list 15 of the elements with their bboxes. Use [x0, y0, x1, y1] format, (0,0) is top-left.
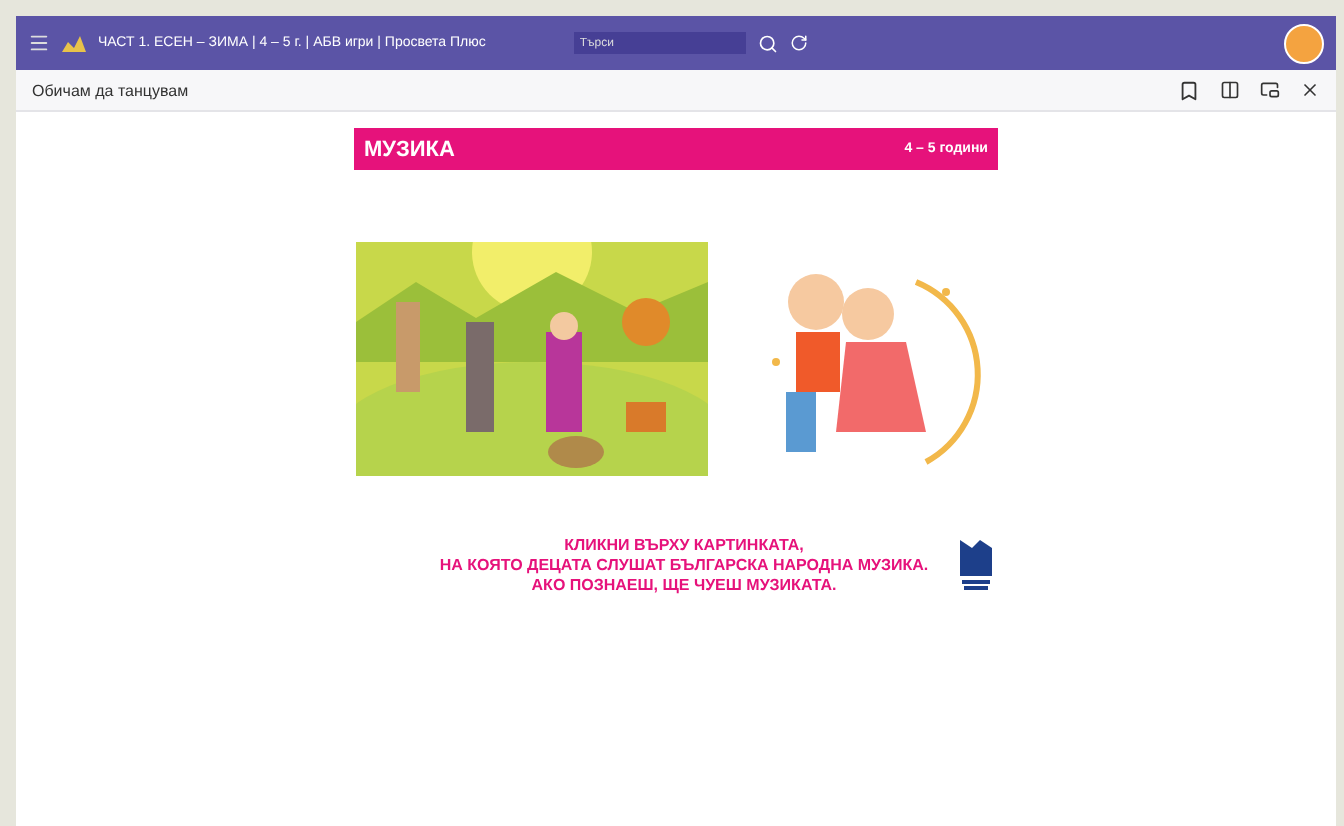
instruction-text: НА КОЯТО ДЕЦАТА СЛУШАТ БЪЛГАРСКА НАРОДНА МУЗИКА.: [439, 556, 929, 576]
menu-icon[interactable]: [28, 32, 50, 54]
instruction-text: АКО ПОЗНАЕШ, ЩЕ ЧУЕШ МУЗИКАТА.: [531, 576, 837, 596]
close-icon[interactable]: [1300, 80, 1320, 100]
avatar[interactable]: [1284, 23, 1324, 63]
instruction-text: КЛИКНИ ВЪРХУ КАРТИНКАТА,: [564, 536, 804, 556]
search-icon[interactable]: [757, 33, 778, 53]
columns-icon[interactable]: [1220, 80, 1240, 100]
page-title: Обичам да танцувам: [32, 81, 189, 99]
bookmark-icon[interactable]: [1178, 79, 1200, 101]
window-icon[interactable]: [1260, 80, 1280, 100]
refresh-icon[interactable]: [789, 34, 808, 52]
subject-title: МУЗИКА: [364, 137, 455, 161]
logo-icon: [62, 35, 86, 51]
publisher-logo-icon: [960, 540, 993, 592]
